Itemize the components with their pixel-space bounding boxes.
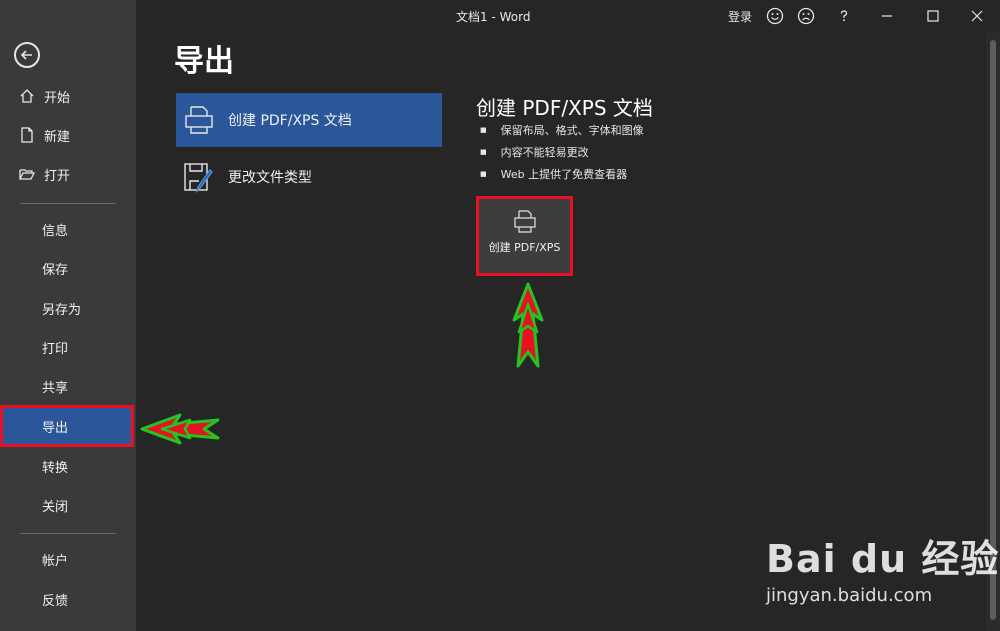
- option-label: 创建 PDF/XPS 文档: [228, 113, 352, 129]
- button-label: 创建 PDF/XPS: [488, 241, 561, 254]
- sidebar-item-label: 信息: [42, 223, 69, 239]
- sidebar-item-print[interactable]: 打印: [0, 328, 136, 366]
- sidebar-item-convert[interactable]: 转换: [0, 447, 136, 485]
- annotation-arrow-left-icon: [140, 413, 220, 445]
- sidebar-item-label: 导出: [42, 420, 69, 436]
- sidebar-item-account[interactable]: 帐户: [0, 540, 136, 578]
- backstage-sidebar: 开始 新建 打开 信息 保存 另存为 打印 共享 导出 转换 关闭 帐户 反馈: [0, 0, 136, 631]
- sidebar-item-home[interactable]: 开始: [0, 77, 136, 115]
- back-button[interactable]: [14, 42, 40, 68]
- sidebar-item-share[interactable]: 共享: [0, 367, 136, 405]
- open-folder-icon: [19, 169, 36, 180]
- new-document-icon: [21, 127, 33, 143]
- pdf-document-icon: [185, 106, 213, 134]
- sidebar-item-label: 共享: [42, 380, 69, 396]
- sidebar-item-label: 转换: [42, 460, 69, 476]
- detail-bullets: 保留布局、格式、字体和图像 内容不能轻易更改 Web 上提供了免费查看器: [480, 122, 644, 188]
- list-item: Web 上提供了免费查看器: [480, 166, 644, 188]
- sidebar-item-label: 打印: [42, 341, 69, 357]
- help-icon[interactable]: [835, 7, 853, 25]
- list-item: 内容不能轻易更改: [480, 144, 644, 166]
- detail-title: 创建 PDF/XPS 文档: [476, 96, 653, 120]
- sidebar-item-label: 开始: [44, 90, 71, 106]
- sidebar-item-save[interactable]: 保存: [0, 249, 136, 287]
- login-link[interactable]: 登录: [728, 8, 752, 25]
- back-arrow-icon: [20, 50, 32, 60]
- create-pdf-xps-button[interactable]: 创建 PDF/XPS: [476, 196, 573, 276]
- sidebar-item-label: 打开: [44, 168, 71, 184]
- printer-document-icon: [513, 210, 536, 233]
- sidebar-item-save-as[interactable]: 另存为: [0, 289, 136, 327]
- sidebar-item-label: 另存为: [42, 302, 82, 318]
- minimize-icon[interactable]: [878, 7, 896, 25]
- sidebar-item-export[interactable]: 导出: [0, 405, 134, 447]
- sidebar-item-new[interactable]: 新建: [0, 116, 136, 154]
- export-option-change-file-type[interactable]: 更改文件类型: [176, 150, 442, 204]
- watermark-url: jingyan.baidu.com: [766, 585, 933, 606]
- home-icon: [20, 89, 34, 103]
- close-icon[interactable]: [968, 7, 986, 25]
- watermark-brand: Bai du 经验: [766, 537, 1000, 581]
- frown-icon[interactable]: [797, 7, 815, 25]
- title-bar: 文档1 - Word 登录: [136, 0, 1000, 32]
- sidebar-item-close[interactable]: 关闭: [0, 486, 136, 524]
- sidebar-item-label: 保存: [42, 262, 69, 278]
- sidebar-item-label: 关闭: [42, 499, 69, 515]
- restore-icon[interactable]: [924, 7, 942, 25]
- sidebar-item-label: 反馈: [42, 593, 69, 609]
- sidebar-divider: [20, 533, 116, 534]
- sidebar-item-info[interactable]: 信息: [0, 210, 136, 248]
- sidebar-item-label: 新建: [44, 129, 71, 145]
- sidebar-item-label: 帐户: [42, 553, 69, 569]
- change-file-type-icon: [184, 163, 213, 194]
- baidu-watermark: Bai du 经验 jingyan.baidu.com: [766, 528, 999, 606]
- sidebar-item-open[interactable]: 打开: [0, 155, 136, 193]
- annotation-arrow-up-icon: [512, 282, 544, 368]
- smile-icon[interactable]: [766, 7, 784, 25]
- page-title: 导出: [174, 44, 234, 79]
- sidebar-item-feedback[interactable]: 反馈: [0, 580, 136, 618]
- window-title: 文档1 - Word: [456, 10, 531, 24]
- list-item: 保留布局、格式、字体和图像: [480, 122, 644, 144]
- export-option-create-pdf[interactable]: 创建 PDF/XPS 文档: [176, 93, 442, 147]
- sidebar-divider: [20, 203, 116, 204]
- option-label: 更改文件类型: [228, 170, 312, 186]
